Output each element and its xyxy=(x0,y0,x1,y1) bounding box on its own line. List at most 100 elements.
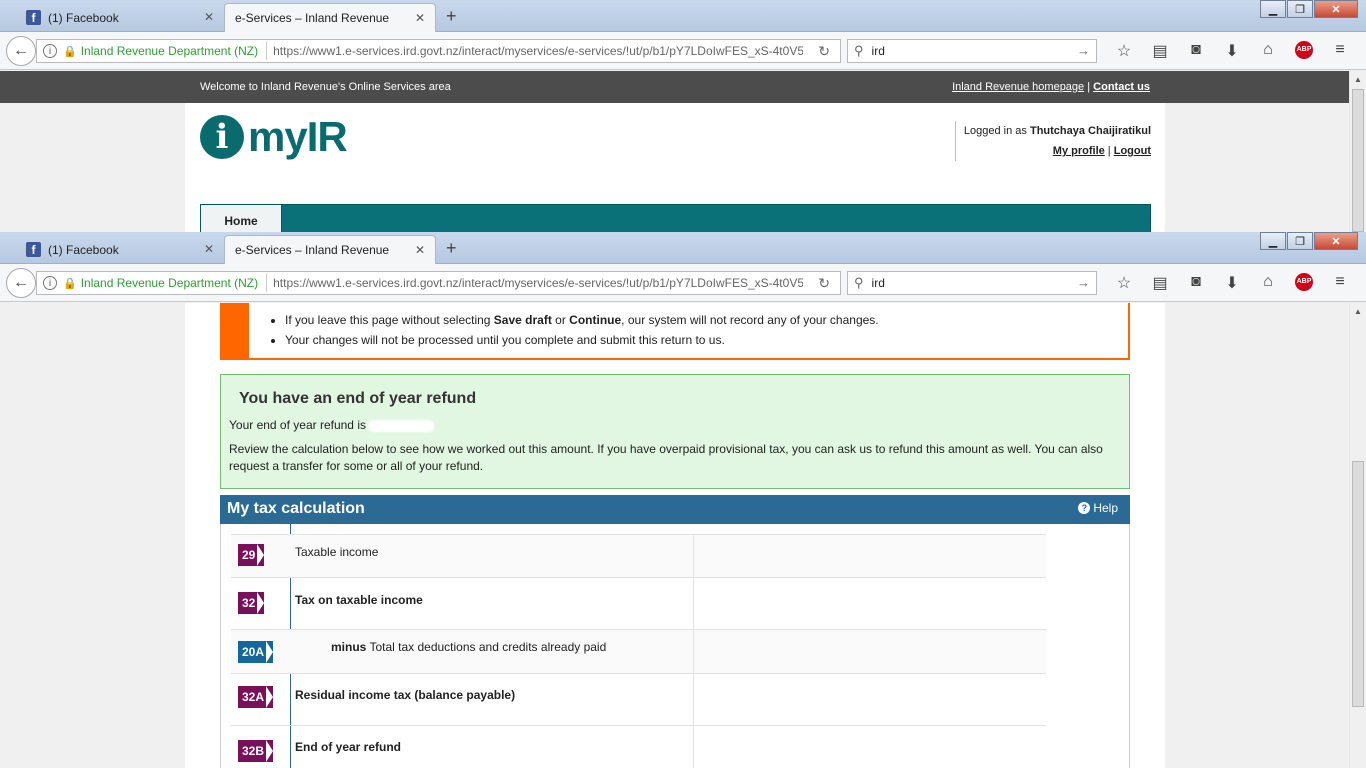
scroll-thumb[interactable] xyxy=(1352,89,1364,232)
tab-facebook[interactable]: f (1) Facebook ✕ xyxy=(16,235,224,264)
my-profile-link[interactable]: My profile xyxy=(1053,145,1105,157)
user-box: Logged in as Thutchaya Chaijiratikul My … xyxy=(955,121,1151,161)
column-divider xyxy=(693,726,694,768)
download-icon[interactable]: ⬇ xyxy=(1214,41,1250,61)
refund-title: You have an end of year refund xyxy=(239,390,477,407)
close-tab-icon[interactable]: ✕ xyxy=(204,242,214,256)
maximize-button[interactable]: ❐ xyxy=(1287,0,1313,18)
help-icon: ? xyxy=(1078,502,1091,514)
search-go-icon[interactable]: → xyxy=(1077,43,1090,58)
tab-label: e-Services – Inland Revenue xyxy=(235,11,390,25)
search-input[interactable]: ird xyxy=(872,44,885,58)
browser-window-top: f (1) Facebook ✕ e-Services – Inland Rev… xyxy=(0,0,1366,232)
close-tab-icon[interactable]: ✕ xyxy=(204,10,214,24)
redacted-amount xyxy=(367,419,434,432)
menu-icon[interactable]: ≡ xyxy=(1322,273,1358,293)
help-link[interactable]: ? Help xyxy=(1078,501,1118,515)
minimize-button[interactable]: ▁ xyxy=(1260,0,1286,18)
refund-amount-line: Your end of year refund is xyxy=(229,418,434,432)
browser-window-bottom: f (1) Facebook ✕ e-Services – Inland Rev… xyxy=(0,232,1366,768)
pocket-icon[interactable]: ◙ xyxy=(1178,273,1214,293)
menu-icon[interactable]: ≡ xyxy=(1322,41,1358,61)
tab-eservices[interactable]: e-Services – Inland Revenue ✕ xyxy=(224,3,436,32)
row-label: End of year refund xyxy=(295,740,402,754)
menu-home[interactable]: Home xyxy=(201,205,282,232)
row-label: Tax on taxable income xyxy=(295,593,423,607)
back-button[interactable]: ← xyxy=(6,36,36,66)
window-controls: ▁ ❐ ✕ xyxy=(1259,0,1358,18)
column-divider xyxy=(693,674,694,725)
contact-link[interactable]: Contact us xyxy=(1093,81,1150,93)
box-number-badge: 29 xyxy=(238,544,265,566)
home-icon[interactable]: ⌂ xyxy=(1250,41,1286,61)
myir-logo[interactable]: i myIR xyxy=(200,113,348,161)
search-input[interactable]: ird xyxy=(872,276,885,290)
url-text[interactable]: https://www1.e-services.ird.govt.nz/inte… xyxy=(273,276,803,290)
tab-eservices[interactable]: e-Services – Inland Revenue ✕ xyxy=(224,235,436,264)
close-tab-icon[interactable]: ✕ xyxy=(415,243,425,257)
ird-logo-icon: i xyxy=(200,115,244,159)
logo-text: myIR xyxy=(248,113,348,160)
adblock-icon[interactable]: ABP xyxy=(1295,273,1313,291)
column-divider xyxy=(693,578,694,629)
site-identity[interactable]: Inland Revenue Department (NZ) xyxy=(81,276,258,290)
address-bar[interactable]: i 🔒 Inland Revenue Department (NZ) https… xyxy=(36,39,841,63)
lock-icon: 🔒 xyxy=(63,277,77,290)
facebook-icon: f xyxy=(26,242,41,257)
info-icon[interactable]: i xyxy=(43,44,57,58)
tax-calculation-title: My tax calculation xyxy=(227,500,365,517)
toolbar-icons: ☆ ▤ ◙ ⬇ ⌂ ABP ≡ xyxy=(1106,273,1358,293)
nav-toolbar: ← i 🔒 Inland Revenue Department (NZ) htt… xyxy=(0,32,1366,70)
address-bar[interactable]: i 🔒 Inland Revenue Department (NZ) https… xyxy=(36,271,841,295)
row-label: Residual income tax (balance payable) xyxy=(295,688,516,702)
welcome-text: Welcome to Inland Revenue's Online Servi… xyxy=(200,81,451,93)
main-menu: Home xyxy=(200,204,1151,232)
search-go-icon[interactable]: → xyxy=(1077,275,1090,290)
scrollbar[interactable]: ▲ xyxy=(1349,303,1366,768)
search-bar[interactable]: ⚲ ird → xyxy=(847,39,1097,63)
bookmark-star-icon[interactable]: ☆ xyxy=(1106,273,1142,293)
scroll-thumb[interactable] xyxy=(1352,461,1364,707)
home-icon[interactable]: ⌂ xyxy=(1250,273,1286,293)
reload-icon[interactable]: ↻ xyxy=(818,275,830,292)
reading-list-icon[interactable]: ▤ xyxy=(1142,273,1178,293)
url-text[interactable]: https://www1.e-services.ird.govt.nz/inte… xyxy=(273,44,803,58)
reading-list-icon[interactable]: ▤ xyxy=(1142,41,1178,61)
scroll-up-icon[interactable]: ▲ xyxy=(1350,307,1366,316)
tab-facebook[interactable]: f (1) Facebook ✕ xyxy=(16,3,224,32)
new-tab-button[interactable]: + xyxy=(446,238,457,259)
pocket-icon[interactable]: ◙ xyxy=(1178,41,1214,61)
bookmark-star-icon[interactable]: ☆ xyxy=(1106,41,1142,61)
page-viewport: Welcome to Inland Revenue's Online Servi… xyxy=(0,71,1349,232)
tab-strip: f (1) Facebook ✕ e-Services – Inland Rev… xyxy=(0,0,1366,32)
adblock-icon[interactable]: ABP xyxy=(1295,41,1313,59)
tax-calculation-header: My tax calculation ? Help xyxy=(220,495,1130,524)
user-name: Thutchaya Chaijiratikul xyxy=(1029,125,1151,137)
new-tab-button[interactable]: + xyxy=(446,6,457,27)
reload-icon[interactable]: ↻ xyxy=(818,43,830,60)
scrollbar[interactable]: ▲ xyxy=(1349,71,1366,232)
download-icon[interactable]: ⬇ xyxy=(1214,273,1250,293)
minimize-button[interactable]: ▁ xyxy=(1260,232,1286,250)
refund-notice: You have an end of year refund Your end … xyxy=(220,374,1130,489)
close-window-button[interactable]: ✕ xyxy=(1314,232,1358,250)
back-button[interactable]: ← xyxy=(6,268,36,298)
scroll-up-icon[interactable]: ▲ xyxy=(1350,75,1366,84)
warning-accent xyxy=(222,303,249,358)
maximize-button[interactable]: ❐ xyxy=(1287,232,1313,250)
search-bar[interactable]: ⚲ ird → xyxy=(847,271,1097,295)
page-viewport: If you leave this page without selecting… xyxy=(0,303,1349,768)
warning-item: Your changes will not be processed until… xyxy=(285,330,879,350)
top-strip: Welcome to Inland Revenue's Online Servi… xyxy=(0,71,1349,103)
row-label: minus Total tax deductions and credits a… xyxy=(331,640,607,654)
box-number-badge: 32 xyxy=(238,592,265,614)
close-window-button[interactable]: ✕ xyxy=(1314,0,1358,18)
logout-link[interactable]: Logout xyxy=(1114,145,1151,157)
window-controls: ▁ ❐ ✕ xyxy=(1259,232,1358,250)
box-number-badge: 32A xyxy=(238,686,274,708)
logged-in-label: Logged in as xyxy=(963,125,1027,137)
homepage-link[interactable]: Inland Revenue homepage xyxy=(952,81,1084,93)
site-identity[interactable]: Inland Revenue Department (NZ) xyxy=(81,44,258,58)
info-icon[interactable]: i xyxy=(43,276,57,290)
close-tab-icon[interactable]: ✕ xyxy=(415,11,425,25)
